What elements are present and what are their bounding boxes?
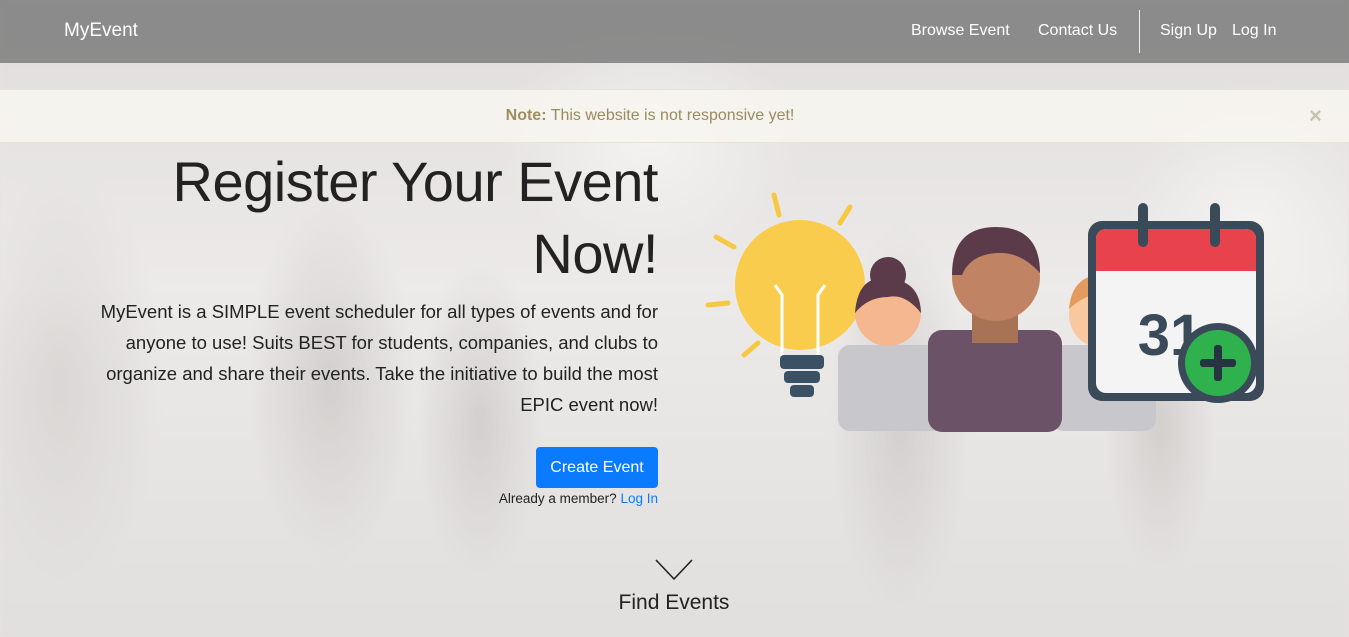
login-link[interactable]: Log In — [620, 491, 658, 506]
alert-message: This website is not responsive yet! — [550, 107, 795, 124]
find-events-link[interactable]: Find Events — [574, 591, 774, 615]
title-line-2: Now! — [532, 222, 658, 285]
alert-label: Note: — [505, 107, 547, 124]
nav-contact-us[interactable]: Contact Us — [1038, 22, 1117, 40]
member-prompt-text: Already a member? — [498, 491, 617, 506]
page-title: Register Your Event Now! — [98, 146, 659, 290]
nav-log-in[interactable]: Log In — [1232, 22, 1276, 40]
close-icon[interactable]: × — [1309, 103, 1322, 129]
title-line-1: Register Your Event — [172, 150, 659, 213]
chevron-down-icon[interactable] — [654, 558, 694, 582]
warning-alert: Note: This website is not responsive yet… — [0, 89, 1349, 143]
brand-logo[interactable]: MyEvent — [64, 20, 138, 42]
nav-divider — [1139, 10, 1140, 53]
nav-sign-up[interactable]: Sign Up — [1160, 22, 1217, 40]
alert-text: Note: This website is not responsive yet… — [0, 107, 1300, 125]
nav-browse-event[interactable]: Browse Event — [911, 22, 1010, 40]
event-illustration: 31 — [705, 192, 1264, 432]
create-event-button[interactable]: Create Event — [536, 447, 658, 488]
navbar: MyEvent Browse Event Contact Us Sign Up … — [0, 0, 1349, 63]
member-prompt: Already a member? Log In — [499, 491, 658, 506]
calendar-add-icon: 31 — [1088, 203, 1264, 403]
hero-description: MyEvent is a SIMPLE event scheduler for … — [100, 301, 658, 415]
